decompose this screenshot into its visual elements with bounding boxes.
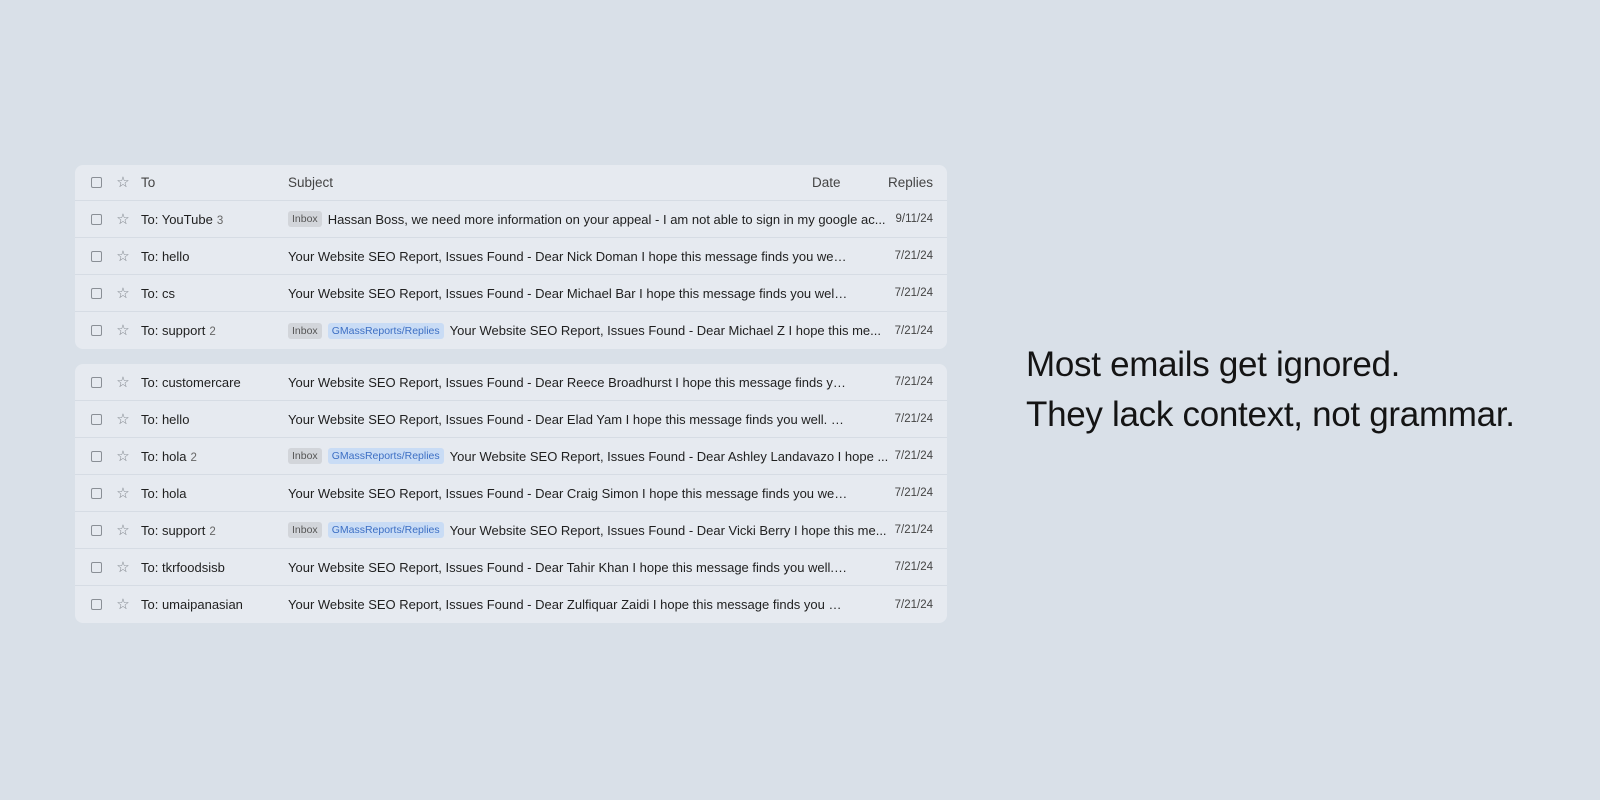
subject-text: Your Website SEO Report, Issues Found - … — [449, 522, 887, 538]
thread-count: 2 — [209, 525, 216, 538]
subject-cell: Your Website SEO Report, Issues Found - … — [288, 286, 928, 301]
inbox-chip: Inbox — [288, 322, 322, 339]
date: 7/21/24 — [894, 413, 933, 425]
subject-cell: Your Website SEO Report, Issues Found - … — [288, 560, 928, 575]
table-row[interactable]: ☆ To: hello Your Website SEO Report, Iss… — [75, 238, 947, 275]
tagline-line-2: They lack context, not grammar. — [1026, 395, 1515, 434]
subject-text: Your Website SEO Report, Issues Found - … — [288, 411, 848, 427]
thread-count: 3 — [216, 214, 224, 227]
checkbox-icon[interactable] — [91, 450, 102, 462]
date: 7/21/24 — [894, 324, 933, 337]
subject-cell: Your Website SEO Report, Issues Found - … — [288, 486, 928, 501]
recipient: To: support 2 — [141, 323, 216, 338]
star-icon[interactable]: ☆ — [115, 486, 131, 501]
star-icon[interactable]: ☆ — [115, 449, 131, 464]
star-icon[interactable]: ☆ — [115, 323, 131, 338]
date: 7/21/24 — [894, 250, 933, 262]
table-row[interactable]: ☆ To: cs Your Website SEO Report, Issues… — [75, 275, 947, 312]
column-header-date[interactable]: Date — [812, 175, 841, 190]
table-row[interactable]: ☆ To: support 2 Inbox GMassReports/Replie… — [75, 512, 947, 549]
subject-text: Your Website SEO Report, Issues Found - … — [449, 323, 882, 338]
table-row[interactable]: ☆ To: customercare Your Website SEO Repo… — [75, 364, 947, 401]
table-row[interactable]: ☆ To: hola Your Website SEO Report, Issu… — [75, 475, 947, 512]
star-icon[interactable]: ☆ — [115, 212, 131, 227]
date: 7/21/24 — [894, 376, 933, 388]
date: 7/21/24 — [894, 561, 933, 573]
star-icon[interactable]: ☆ — [115, 249, 131, 264]
checkbox-icon[interactable] — [91, 376, 102, 388]
star-icon[interactable]: ☆ — [115, 560, 131, 575]
checkbox-icon[interactable] — [91, 561, 102, 573]
star-icon[interactable]: ☆ — [115, 597, 131, 612]
recipient: To: umaipanasian — [141, 597, 243, 612]
checkbox-icon[interactable] — [91, 250, 102, 262]
select-all-checkbox-icon[interactable] — [91, 177, 102, 188]
subject-text: Your Website SEO Report, Issues Found - … — [288, 285, 848, 301]
email-list-bottom: ☆ To: customercare Your Website SEO Repo… — [75, 364, 947, 623]
star-icon: ☆ — [116, 174, 130, 191]
label-chip[interactable]: GMassReports/Replies — [327, 322, 444, 339]
subject-text: Your Website SEO Report, Issues Found - … — [288, 374, 848, 390]
table-row[interactable]: ☆ To: hello Your Website SEO Report, Iss… — [75, 401, 947, 438]
recipient: To: YouTube 3 — [141, 211, 224, 227]
inbox-chip: Inbox — [288, 448, 322, 464]
checkbox-icon[interactable] — [91, 599, 102, 610]
email-list-top: ☆ To Subject Date Replies ☆ To: YouTube 3… — [75, 165, 947, 349]
subject-text: Your Website SEO Report, Issues Found - … — [288, 559, 848, 575]
subject-text: Your Website SEO Report, Issues Found - … — [288, 597, 848, 612]
checkbox-icon[interactable] — [91, 413, 102, 425]
recipient: To: support 2 — [141, 522, 216, 538]
tagline-line-1: Most emails get ignored. — [1026, 345, 1401, 384]
star-icon[interactable]: ☆ — [115, 286, 131, 301]
checkbox-icon[interactable] — [91, 524, 102, 536]
date: 9/11/24 — [895, 213, 933, 225]
subject-cell: Inbox GMassReports/Replies Your Website … — [288, 322, 928, 339]
tagline: Most emails get ignored. They lack conte… — [1026, 340, 1515, 440]
table-row[interactable]: ☆ To: YouTube 3 Inbox Hassan Boss, we nee… — [75, 201, 947, 238]
subject-cell: Inbox Hassan Boss, we need more informat… — [288, 211, 928, 227]
subject-cell: Inbox GMassReports/Replies Your Website … — [288, 522, 928, 538]
checkbox-icon[interactable] — [91, 325, 102, 336]
recipient: To: cs — [141, 285, 175, 301]
checkbox-icon[interactable] — [91, 213, 102, 225]
subject-cell: Your Website SEO Report, Issues Found - … — [288, 412, 928, 427]
inbox-chip: Inbox — [288, 211, 322, 227]
date: 7/21/24 — [894, 450, 933, 462]
thread-count: 2 — [190, 451, 197, 464]
subject-text: Your Website SEO Report, Issues Found - … — [288, 248, 848, 264]
subject-cell: Your Website SEO Report, Issues Found - … — [288, 249, 928, 264]
recipient: To: hello — [141, 248, 190, 264]
star-icon[interactable]: ☆ — [115, 523, 131, 538]
checkbox-icon[interactable] — [91, 487, 102, 499]
recipient: To: hola 2 — [141, 448, 197, 464]
date: 7/21/24 — [894, 487, 933, 499]
date: 7/21/24 — [894, 598, 933, 611]
checkbox-icon[interactable] — [91, 287, 102, 299]
column-header-to[interactable]: To — [141, 175, 281, 190]
recipient: To: tkrfoodsisb — [141, 559, 225, 575]
recipient: To: customercare — [141, 374, 241, 390]
inbox-chip: Inbox — [288, 522, 322, 538]
date: 7/21/24 — [894, 524, 933, 536]
table-row[interactable]: ☆ To: umaipanasian Your Website SEO Repo… — [75, 586, 947, 623]
subject-cell: Your Website SEO Report, Issues Found - … — [288, 597, 928, 612]
table-row[interactable]: ☆ To: hola 2 Inbox GMassReports/Replies Y… — [75, 438, 947, 475]
star-icon[interactable]: ☆ — [115, 375, 131, 390]
thread-count: 2 — [209, 326, 216, 338]
date: 7/21/24 — [894, 287, 933, 299]
column-header-replies[interactable]: Replies — [888, 175, 933, 190]
subject-cell: Your Website SEO Report, Issues Found - … — [288, 375, 928, 390]
subject-text: Hassan Boss, we need more information on… — [327, 211, 886, 227]
recipient: To: hello — [141, 411, 190, 427]
subject-text: Your Website SEO Report, Issues Found - … — [449, 448, 889, 464]
recipient: To: hola — [141, 485, 187, 501]
star-icon[interactable]: ☆ — [115, 412, 131, 427]
table-row[interactable]: ☆ To: support 2 Inbox GMassReports/Replie… — [75, 312, 947, 349]
subject-text: Your Website SEO Report, Issues Found - … — [288, 485, 848, 501]
label-chip[interactable]: GMassReports/Replies — [327, 448, 444, 464]
list-header: ☆ To Subject Date Replies — [75, 165, 947, 201]
label-chip[interactable]: GMassReports/Replies — [327, 522, 444, 538]
subject-cell: Inbox GMassReports/Replies Your Website … — [288, 448, 928, 464]
table-row[interactable]: ☆ To: tkrfoodsisb Your Website SEO Repor… — [75, 549, 947, 586]
